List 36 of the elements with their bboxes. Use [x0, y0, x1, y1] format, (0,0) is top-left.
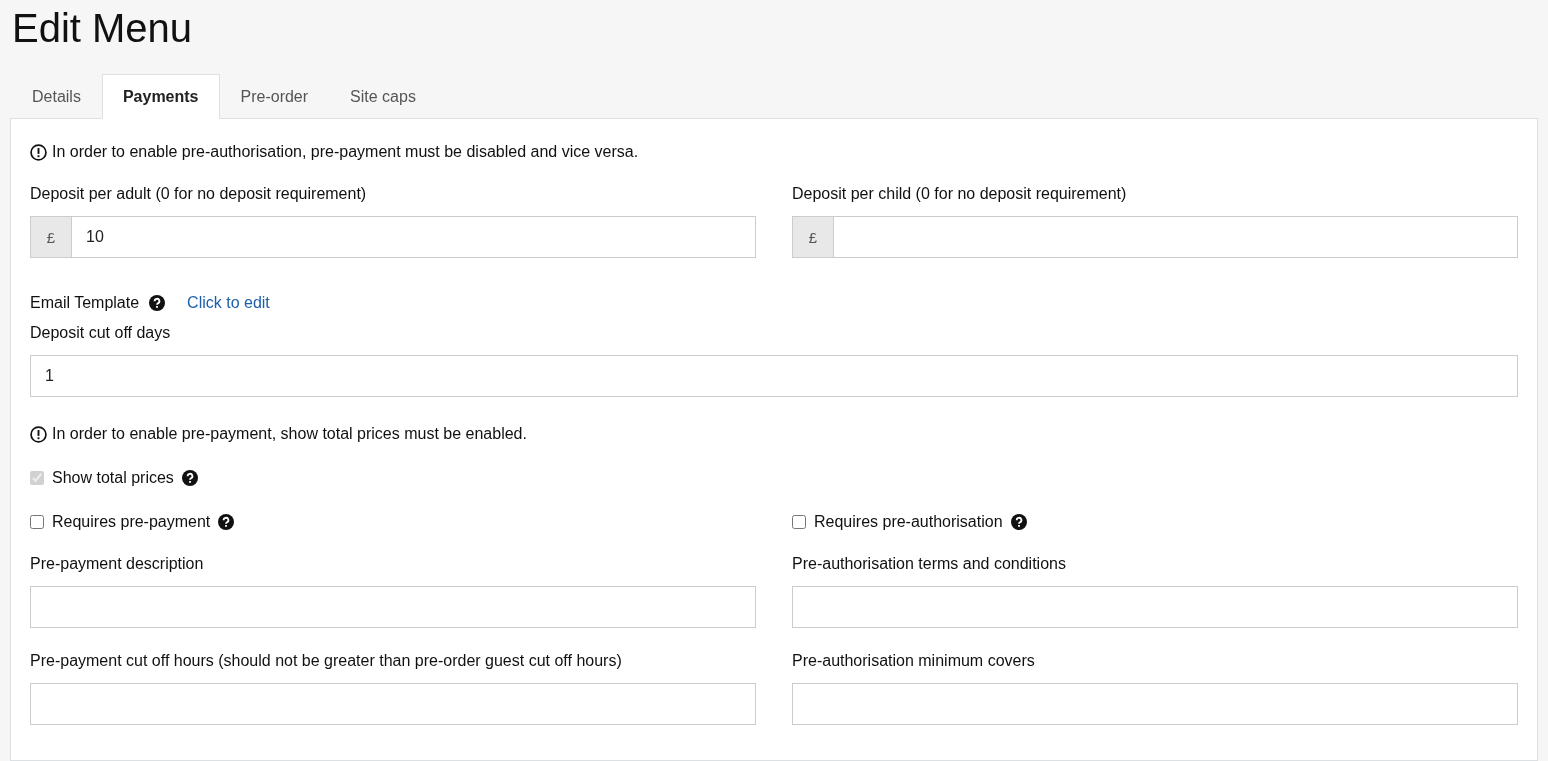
currency-prefix: £: [31, 217, 72, 257]
help-icon[interactable]: [181, 470, 198, 486]
field-label: Pre-authorisation minimum covers: [792, 652, 1036, 670]
field-label: Email Template: [30, 294, 140, 312]
input-field[interactable]: [30, 683, 756, 725]
currency-input[interactable]: £ 10: [30, 216, 756, 258]
input-field[interactable]: [30, 586, 756, 628]
field-label: Deposit cut off days: [30, 324, 172, 342]
info-icon: [30, 143, 47, 161]
field-label: Deposit per adult (0 for no deposit requirement): [30, 185, 368, 203]
help-icon[interactable]: [218, 514, 235, 530]
notice-text: In order to enable pre-authorisation, pre-payment must be disabled and vice versa.: [52, 143, 639, 161]
checkbox-label: Show total prices: [52, 469, 174, 487]
checkbox-label: Requires pre-authorisation: [814, 513, 1003, 531]
field-label: Pre-payment description: [30, 555, 205, 573]
currency-input[interactable]: £: [792, 216, 1518, 258]
field-label: Pre-payment cut off hours (should not be greater than pre-order guest cut off hours): [30, 652, 623, 670]
input-field[interactable]: 1: [30, 355, 1518, 397]
notice-text: In order to enable pre-payment, show total prices must be enabled.: [52, 425, 527, 443]
tab[interactable]: Pre-order: [219, 74, 330, 119]
help-icon[interactable]: [1010, 514, 1027, 530]
input-field[interactable]: [792, 586, 1518, 628]
tab[interactable]: Details: [11, 74, 102, 119]
edit-link[interactable]: Click to edit: [187, 294, 270, 312]
input-field[interactable]: [792, 683, 1518, 725]
field-label: Deposit per child (0 for no deposit requirement): [792, 185, 1128, 203]
currency-prefix: £: [793, 217, 834, 257]
checkbox[interactable]: [792, 515, 806, 529]
help-icon[interactable]: [149, 295, 166, 311]
info-icon: [30, 425, 47, 443]
tab[interactable]: Site caps: [329, 74, 437, 119]
field-label: Pre-authorisation terms and conditions: [792, 555, 1067, 573]
checkbox-label: Requires pre-payment: [52, 513, 211, 531]
tab[interactable]: Payments: [101, 74, 220, 119]
page-title: Edit Menu: [11, 5, 194, 52]
checkbox[interactable]: [30, 515, 44, 529]
